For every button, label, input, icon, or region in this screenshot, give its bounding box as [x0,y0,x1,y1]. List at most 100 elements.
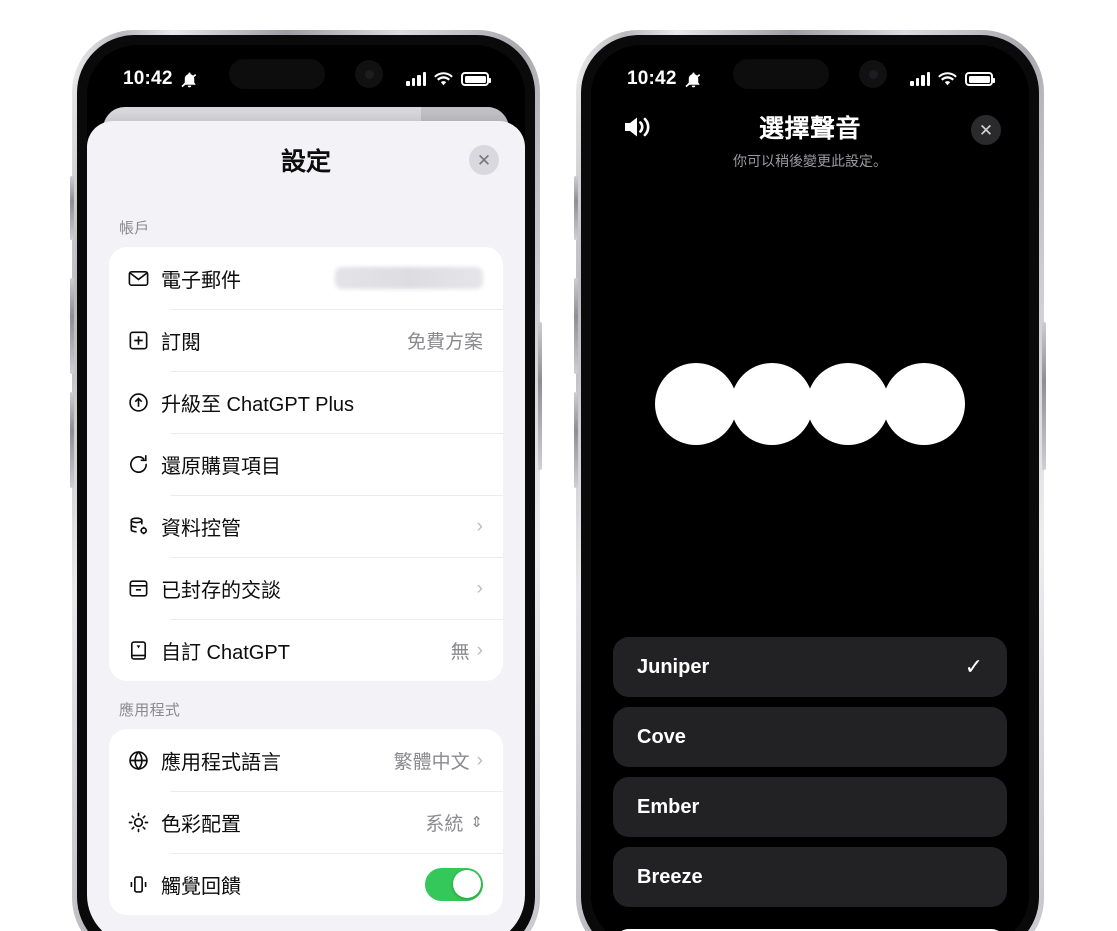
volume-up-button[interactable] [70,278,74,374]
status-indicators [406,72,491,86]
action-button[interactable] [70,176,74,240]
dynamic-island-group [733,59,887,89]
action-button[interactable] [574,176,578,240]
phone-frame: 10:42 [574,30,1046,931]
archive-box-icon [127,577,161,600]
page-subtitle: 你可以稍後變更此設定。 [733,153,887,169]
status-bar: 10:42 [87,45,525,101]
envelope-icon [127,267,161,290]
row-customize-chatgpt[interactable]: 自訂 ChatGPT 無 › [109,619,503,681]
left-screen: 10:42 設定 ✕ 帳戶 電子郵件 訂閱 免費方案 升級至 ChatGPT P… [87,45,525,931]
row-subscription[interactable]: 訂閱 免費方案 [109,309,503,371]
row-value: › [477,517,483,536]
row-value [425,867,483,901]
row-label: 自訂 ChatGPT [161,641,290,664]
voice-option-juniper[interactable]: Juniper ✓ [613,637,1007,697]
haptic-toggle[interactable] [425,867,483,901]
section-label-app: 應用程式 [119,702,181,719]
row-label: 還原購買項目 [161,455,281,478]
sun-icon [127,811,161,834]
wifi-icon [434,72,453,86]
dynamic-island [229,59,325,89]
right-phone: 10:42 選擇聲音 你可以稍後變更此設定。 ✕ Juniper ✓ Cove … [574,30,1046,931]
voice-orb [883,363,965,445]
row-value: 繁體中文 › [394,747,483,774]
voice-picker: 10:42 選擇聲音 你可以稍後變更此設定。 ✕ Juniper ✓ Cove … [591,45,1029,931]
account-card: 電子郵件 訂閱 免費方案 升級至 ChatGPT Plus 還原購買項目 資料控… [109,247,503,681]
row-app-language[interactable]: 應用程式語言 繁體中文 › [109,729,503,791]
row-label: 資料控管 [161,517,241,540]
globe-icon [127,749,161,772]
row-value-text: 系統 [425,813,464,835]
row-color-scheme[interactable]: 色彩配置 系統 ⇕ [109,791,503,853]
status-time: 10:42 [123,68,173,89]
front-camera-icon [355,60,383,88]
voice-orb [655,363,737,445]
voice-options-list: Juniper ✓ Cove Ember Breeze [613,637,1007,917]
row-archived-chats[interactable]: 已封存的交談 › [109,557,503,619]
row-upgrade-plus[interactable]: 升級至 ChatGPT Plus [109,371,503,433]
row-label: 升級至 ChatGPT Plus [161,393,355,416]
close-icon[interactable]: ✕ [469,145,499,175]
status-indicators [910,72,995,86]
voice-picker-titles: 選擇聲音 你可以稍後變更此設定。 [733,109,887,171]
right-screen: 10:42 選擇聲音 你可以稍後變更此設定。 ✕ Juniper ✓ Cove … [591,45,1029,931]
power-button[interactable] [538,322,542,470]
refresh-icon [127,453,161,476]
close-icon[interactable]: ✕ [971,115,1001,145]
row-data-controls[interactable]: 資料控管 › [109,495,503,557]
vibrate-icon [127,873,161,896]
speaker-wave-icon[interactable] [621,113,655,141]
volume-down-button[interactable] [574,392,578,488]
bell-slash-icon [684,70,703,89]
row-value-text: 繁體中文 [393,751,470,773]
battery-icon [965,72,995,86]
arrow-up-circle-icon [127,391,161,414]
voice-orb [731,363,813,445]
row-label: 電子郵件 [161,269,241,292]
sheet-header: 設定 ✕ [87,121,525,199]
redacted-email-value [335,267,483,289]
phone-frame: 10:42 [70,30,542,931]
dynamic-island [733,59,829,89]
row-restore-purchases[interactable]: 還原購買項目 [109,433,503,495]
plus-box-icon [127,329,161,352]
volume-up-button[interactable] [574,278,578,374]
phone-bezel: 10:42 [581,35,1039,931]
screenshot-stage: 10:42 設定 ✕ 帳戶 電子郵件 訂閱 免費方案 升級至 ChatGPT P… [0,0,1117,931]
row-value: 免費方案 [406,331,483,353]
voice-option-label: Juniper [637,655,710,678]
database-gear-icon [127,515,161,538]
status-time-group: 10:42 [123,68,199,90]
volume-down-button[interactable] [70,392,74,488]
section-label-account: 帳戶 [119,220,150,237]
row-value: 系統 ⇕ [425,809,483,836]
power-button[interactable] [1042,322,1046,470]
app-card: 應用程式語言 繁體中文 › 色彩配置 系統 ⇕ 觸覺回饋 [109,729,503,915]
voice-picker-header: 選擇聲音 你可以稍後變更此設定。 ✕ [591,101,1029,193]
chevron-right-icon: › [476,515,483,537]
voice-option-breeze[interactable]: Breeze [613,847,1007,907]
front-camera-icon [859,60,887,88]
chevron-right-icon: › [476,577,483,599]
voice-option-cove[interactable]: Cove [613,707,1007,767]
row-value: 無 › [451,637,483,664]
voice-option-label: Breeze [637,865,703,888]
chevron-updown-icon: ⇕ [470,813,483,831]
phone-bezel: 10:42 [77,35,535,931]
row-value [335,267,483,289]
row-value: › [477,579,483,598]
check-icon: ✓ [964,654,983,679]
status-bar: 10:42 [591,45,1029,101]
chevron-right-icon: › [476,639,483,661]
wifi-icon [938,72,957,86]
dynamic-island-group [229,59,383,89]
cellular-bars-icon [406,72,426,86]
bell-slash-icon [180,70,199,89]
voice-option-ember[interactable]: Ember [613,777,1007,837]
cellular-bars-icon [910,72,930,86]
row-haptic-feedback[interactable]: 觸覺回饋 [109,853,503,915]
page-title: 選擇聲音 [758,115,861,143]
row-email[interactable]: 電子郵件 [109,247,503,309]
row-label: 色彩配置 [161,813,241,836]
